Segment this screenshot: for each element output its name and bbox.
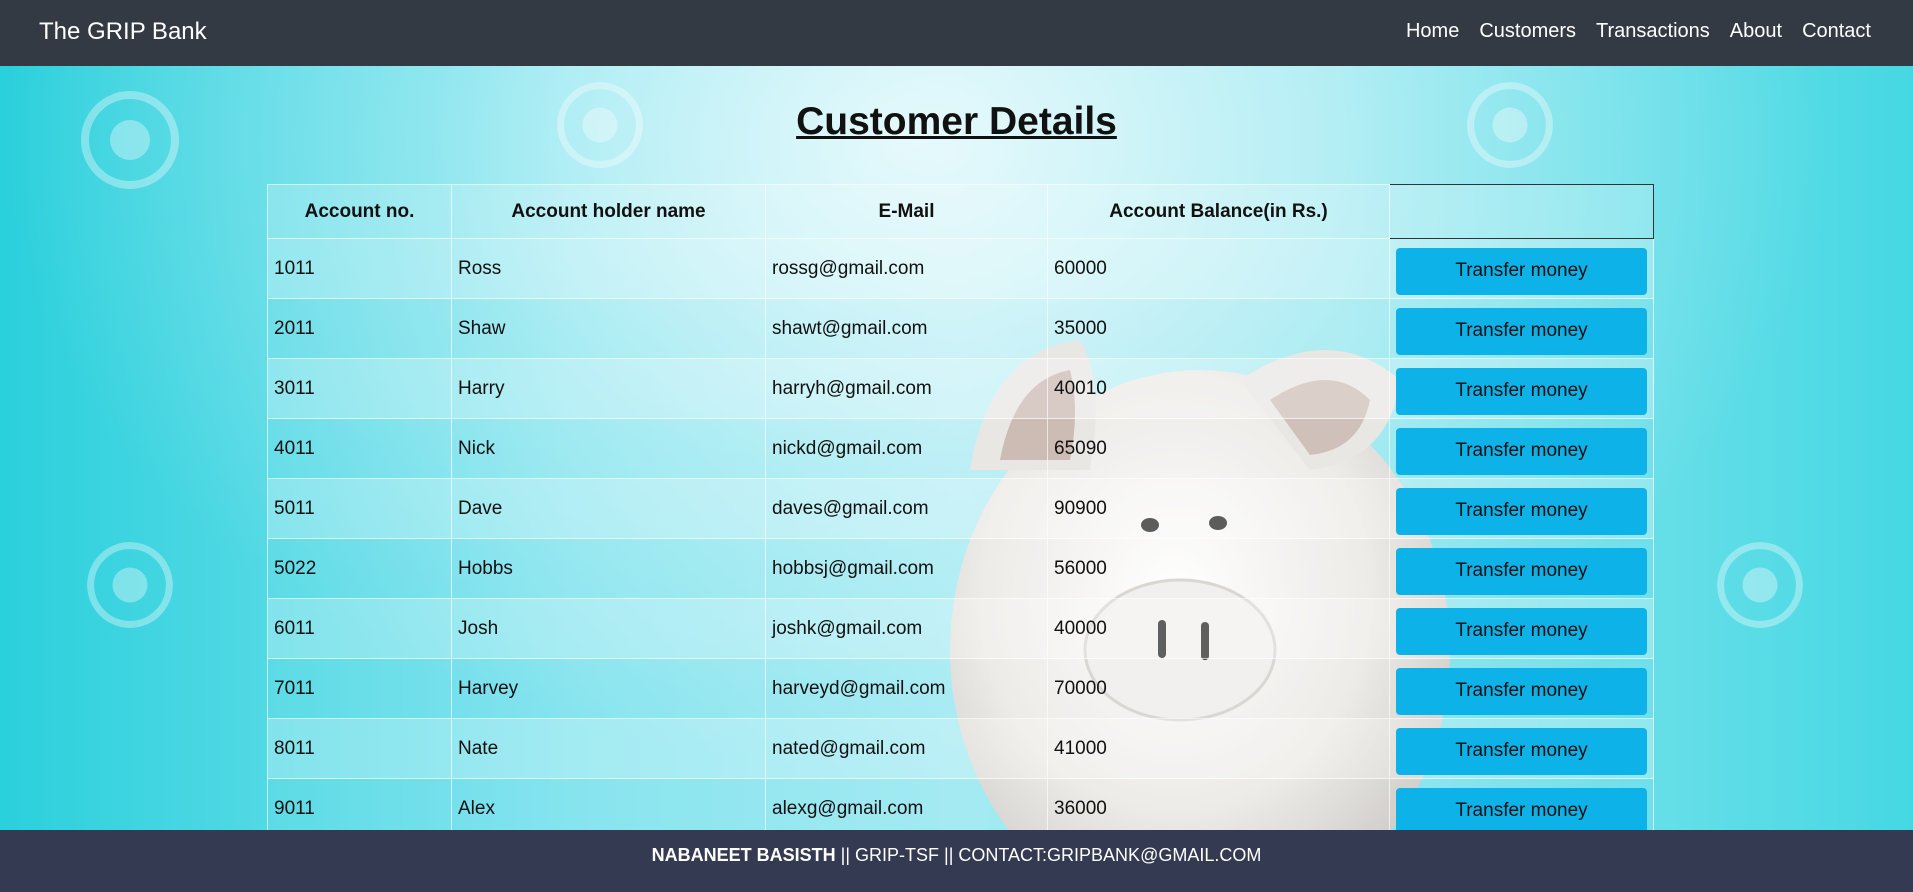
cell-balance: 40000 [1047,598,1390,659]
transfer-money-button[interactable]: Transfer money [1396,727,1647,775]
cell-account-no: 5022 [267,538,452,599]
footer-program: GRIP-TSF [855,845,940,865]
transfer-money-button[interactable]: Transfer money [1396,547,1647,595]
cell-action: Transfer money [1389,598,1654,659]
table-row: 8011 Nate nated@gmail.com 41000 Transfer… [267,718,1654,779]
cell-email: hobbsj@gmail.com [765,538,1048,599]
cell-name: Nick [451,418,766,479]
transfer-money-button[interactable]: Transfer money [1396,667,1647,715]
cell-account-no: 5011 [267,478,452,539]
nav-link-contact[interactable]: Contact [1802,20,1871,43]
brand-title[interactable]: The GRIP Bank [39,18,207,46]
cell-account-no: 8011 [267,718,452,779]
navbar: The GRIP Bank Home Customers Transaction… [0,0,1913,66]
cell-account-no: 2011 [267,298,452,359]
customer-table: Account no. Account holder name E-Mail A… [267,184,1654,839]
cell-name: Harvey [451,658,766,719]
watermark-camera-icon [87,542,173,628]
cell-account-no: 1011 [267,238,452,299]
cell-account-no: 7011 [267,658,452,719]
cell-account-no: 4011 [267,418,452,479]
transfer-money-button[interactable]: Transfer money [1396,247,1647,295]
cell-name: Josh [451,598,766,659]
cell-email: nickd@gmail.com [765,418,1048,479]
transfer-money-button[interactable]: Transfer money [1396,367,1647,415]
transfer-money-button[interactable]: Transfer money [1396,427,1647,475]
cell-name: Hobbs [451,538,766,599]
cell-account-no: 6011 [267,598,452,659]
header-account-no: Account no. [267,184,452,239]
page-title: Customer Details [796,100,1117,143]
table-row: 3011 Harry harryh@gmail.com 40010 Transf… [267,358,1654,419]
cell-action: Transfer money [1389,478,1654,539]
table-row: 1011 Ross rossg@gmail.com 60000 Transfer… [267,238,1654,299]
cell-name: Nate [451,718,766,779]
transfer-money-button[interactable]: Transfer money [1396,307,1647,355]
cell-balance: 56000 [1047,538,1390,599]
cell-email: harveyd@gmail.com [765,658,1048,719]
table-row: 5022 Hobbs hobbsj@gmail.com 56000 Transf… [267,538,1654,599]
cell-account-no: 3011 [267,358,452,419]
footer-separator: || [939,845,959,865]
nav-link-about[interactable]: About [1730,20,1782,43]
footer: NABANEET BASISTH || GRIP-TSF || CONTACT:… [0,830,1913,892]
cell-email: nated@gmail.com [765,718,1048,779]
cell-name: Dave [451,478,766,539]
header-email: E-Mail [765,184,1048,239]
table-row: 2011 Shaw shawt@gmail.com 35000 Transfer… [267,298,1654,359]
cell-balance: 90900 [1047,478,1390,539]
cell-name: Ross [451,238,766,299]
cell-action: Transfer money [1389,718,1654,779]
cell-action: Transfer money [1389,298,1654,359]
cell-email: daves@gmail.com [765,478,1048,539]
nav-links: Home Customers Transactions About Contac… [1406,20,1871,43]
cell-email: rossg@gmail.com [765,238,1048,299]
cell-balance: 35000 [1047,298,1390,359]
cell-action: Transfer money [1389,358,1654,419]
table-row: 5011 Dave daves@gmail.com 90900 Transfer… [267,478,1654,539]
table-row: 6011 Josh joshk@gmail.com 40000 Transfer… [267,598,1654,659]
cell-balance: 41000 [1047,718,1390,779]
transfer-money-button[interactable]: Transfer money [1396,607,1647,655]
cell-action: Transfer money [1389,238,1654,299]
cell-action: Transfer money [1389,538,1654,599]
footer-author: NABANEET BASISTH [651,845,836,865]
footer-separator: || [835,845,856,865]
nav-link-transactions[interactable]: Transactions [1596,20,1710,43]
nav-link-home[interactable]: Home [1406,20,1459,43]
cell-balance: 65090 [1047,418,1390,479]
header-account-balance: Account Balance(in Rs.) [1047,184,1390,239]
table-header-row: Account no. Account holder name E-Mail A… [267,184,1654,239]
cell-email: shawt@gmail.com [765,298,1048,359]
cell-action: Transfer money [1389,418,1654,479]
transfer-money-button[interactable]: Transfer money [1396,487,1647,535]
cell-balance: 70000 [1047,658,1390,719]
header-account-holder-name: Account holder name [451,184,766,239]
nav-link-customers[interactable]: Customers [1479,20,1576,43]
cell-balance: 40010 [1047,358,1390,419]
transfer-money-button[interactable]: Transfer money [1396,787,1647,835]
cell-action: Transfer money [1389,658,1654,719]
table-row: 7011 Harvey harveyd@gmail.com 70000 Tran… [267,658,1654,719]
watermark-camera-icon [1717,542,1803,628]
table-row: 4011 Nick nickd@gmail.com 65090 Transfer… [267,418,1654,479]
header-actions [1389,184,1654,239]
cell-name: Harry [451,358,766,419]
cell-email: joshk@gmail.com [765,598,1048,659]
footer-contact: CONTACT:GRIPBANK@GMAIL.COM [958,845,1262,865]
cell-name: Shaw [451,298,766,359]
cell-balance: 60000 [1047,238,1390,299]
cell-email: harryh@gmail.com [765,358,1048,419]
